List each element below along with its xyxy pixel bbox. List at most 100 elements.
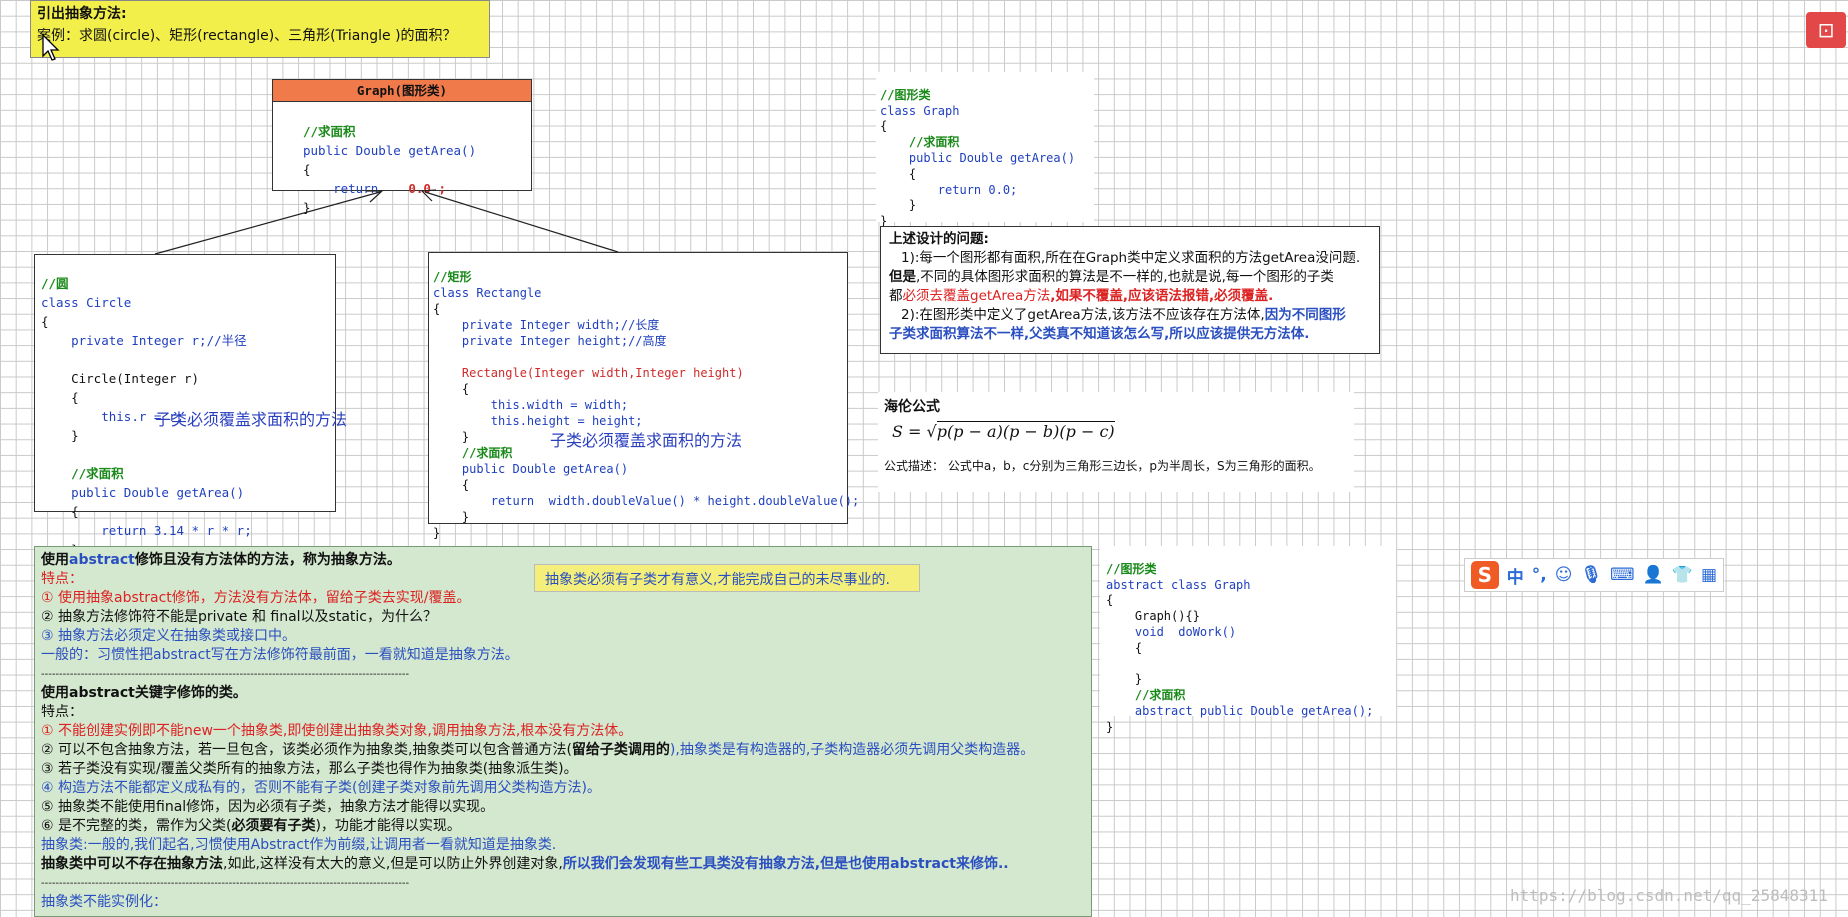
code-line: class Rectangle [433, 286, 542, 300]
watermark-url: https://blog.csdn.net/qq_25848311 [1510, 886, 1828, 905]
ime-language-toggle[interactable]: 中 [1507, 563, 1524, 588]
screen-record-icon[interactable]: ⊡ [1806, 12, 1846, 48]
brace: } [433, 526, 441, 540]
feature-item: ② 抽象方法修饰符不能是private 和 final以及static，为什么？ [41, 609, 437, 625]
brace: { [71, 504, 79, 519]
code-line: class Graph [880, 103, 960, 118]
brace: } [461, 430, 470, 444]
code-line: private Integer r;//半径 [71, 333, 247, 348]
cannot-instantiate-note: 抽象类不能实例化： [41, 894, 167, 910]
comment: //图形类 [880, 87, 931, 102]
code-line: public Double getArea() [71, 485, 245, 500]
code-line: this.height = height; [490, 414, 643, 428]
design-problem-box: 上述设计的问题: 1):每一个图形都有面积,所在在Graph类中定义求面积的方法… [880, 226, 1380, 354]
code-line: abstract public Double getArea(); [1134, 703, 1374, 718]
code-line: abstract class Graph [1106, 577, 1251, 592]
code-line: class Circle [41, 295, 132, 310]
user-icon[interactable]: 👤 [1643, 565, 1664, 585]
code-line: return 3.14 * r * r; [101, 523, 252, 538]
brace: } [1134, 672, 1143, 687]
brace: } [908, 198, 917, 213]
code-line: Rectangle(Integer width,Integer height) [461, 366, 744, 380]
brace: { [71, 390, 79, 405]
comment: //求面积 [908, 135, 960, 150]
code-line: return 0.0; [937, 182, 1018, 197]
brace: { [908, 166, 917, 181]
problem-text: 2):在图形类中定义了getArea方法,该方法不应该存在方法体, [901, 307, 1265, 323]
feature-item: ③ 抽象方法必须定义在抽象类或接口中。 [41, 628, 296, 644]
code-line: this.width = width; [490, 398, 629, 412]
divider: ----------------------------------------… [41, 878, 410, 889]
feature-item: 必须要有子类 [231, 818, 316, 834]
naming-note: 抽象类:一般的,我们起名,习惯使用Abstract作为前缀,让调用者一看就知道是… [41, 837, 557, 853]
comment: //图形类 [1106, 561, 1157, 576]
formula-lhs: S = [892, 422, 922, 441]
problem-text: 1):每一个图形都有面积,所在在Graph类中定义求面积的方法getArea没问… [901, 250, 1361, 266]
feature-item: )，功能才能得以实现。 [315, 818, 461, 834]
problem-text: ,不同的具体图形求面积的算法是不一样的,也就是说,每一个图形的子类 [916, 269, 1334, 285]
heading-text: 使用 [41, 552, 69, 568]
punctuation-icon[interactable]: °, [1532, 565, 1547, 585]
rectangle-handwritten-note: 子类必须覆盖求面积的方法 [550, 431, 743, 450]
brace: } [71, 428, 79, 443]
rectangle-class-box: //矩形 class Rectangle { private Integer w… [428, 252, 859, 540]
graph-code-panel: //图形类 class Graph { //求面积 public Double … [876, 72, 1094, 228]
heron-formula: S = √p(p − a)(p − b)(p − c) [892, 421, 1115, 441]
problem-text: 子类求面积算法不一样,父类真不知道该怎么写,所以应该提供无方法体. [889, 326, 1310, 342]
brace: { [433, 302, 441, 316]
feature-item: ③ 若子类没有实现/覆盖父类所有的抽象方法，那么子类也得作为抽象类(抽象派生类)… [41, 761, 578, 777]
problem-title: 上述设计的问题: [889, 231, 989, 247]
features-label: 特点： [41, 704, 83, 720]
sogou-logo-icon[interactable]: S [1471, 561, 1499, 589]
subclass-meaning-note: 抽象类必须有子类才有意义,才能完成自己的未尽事业的. [534, 564, 920, 592]
heron-formula-panel: 海伦公式 S = √p(p − a)(p − b)(p − c) 公式描述： 公… [878, 392, 1354, 492]
abstract-notes-box: 使用abstract修饰且没有方法体的方法，称为抽象方法。 特点： ① 使用抽象… [34, 546, 1092, 917]
problem-text: 都 [889, 288, 903, 304]
comment: //圆 [41, 276, 69, 291]
problem-text: 因为不同图形 [1264, 307, 1346, 323]
brace: { [461, 478, 470, 492]
emoji-icon[interactable]: ☺ [1555, 565, 1573, 585]
brace: { [461, 382, 470, 396]
voice-icon[interactable]: 🎙 [1580, 565, 1602, 585]
code-line: Circle(Integer r) [71, 371, 200, 386]
toolbox-icon[interactable]: ▦ [1701, 565, 1717, 585]
brace: { [880, 119, 888, 134]
code-line: void doWork() [1134, 624, 1237, 639]
comment: //求面积 [1134, 688, 1186, 703]
heading-text: 使用abstract关键字修饰的类。 [41, 685, 247, 701]
problem-text: 但是 [889, 269, 916, 285]
code-line: public Double getArea() [461, 462, 629, 476]
feature-item: ),抽象类是有构造器的,子类构造器必须先调用父类构造器。 [669, 742, 1035, 758]
comment: //求面积 [461, 446, 513, 460]
feature-item: ⑤ 抽象类不能使用final修饰，因为必须有子类，抽象方法才能得以实现。 [41, 799, 495, 815]
feature-item: ① 不能创建实例即不能new一个抽象类,即使创建出抽象类对象,调用抽象方法,根本… [41, 723, 633, 739]
skin-icon[interactable]: 👕 [1672, 565, 1693, 585]
canvas: { "top_note": { "title": "引出抽象方法:", "tex… [0, 0, 1848, 917]
heading-text: abstract [69, 552, 135, 568]
brace: { [41, 314, 49, 329]
code-line: private Integer height;//高度 [461, 334, 667, 348]
brace: } [461, 510, 470, 524]
code-line: Graph(){} [1134, 609, 1200, 624]
keyboard-icon[interactable]: ⌨ [1610, 565, 1635, 585]
summary-text: 抽象类中可以不存在抽象方法 [41, 856, 223, 872]
summary-text: 所以我们会发现有些工具类没有抽象方法,但是也使用abstract来修饰.. [562, 856, 1009, 872]
feature-item: ④ 构造方法不能都定义成私有的，否则不能有子类(创建子类对象前先调用父类构造方法… [41, 780, 601, 796]
feature-item: ② 可以不包含抽象方法，若一旦包含，该类必须作为抽象类,抽象类可以包含普通方法( [41, 742, 572, 758]
brace: { [1134, 640, 1143, 655]
ime-toolbar[interactable]: S 中 °, ☺ 🎙 ⌨ 👤 👕 ▦ [1464, 558, 1724, 592]
summary-text: ,如此,这样没有太大的意义,但是可以防止外界创建对象, [223, 856, 563, 872]
heron-title: 海伦公式 [884, 399, 940, 415]
heron-description: 公式描述： 公式中a，b，c分别为三角形三边长，p为半周长，S为三角形的面积。 [884, 459, 1321, 473]
brace: } [1106, 719, 1114, 734]
circle-class-box: //圆 class Circle { private Integer r;//半… [34, 254, 336, 576]
brace: { [1106, 593, 1114, 608]
problem-text: 必须去覆盖getArea方法 [902, 288, 1051, 304]
code-line: private Integer width;//长度 [461, 318, 660, 332]
heading-text: 修饰且没有方法体的方法，称为抽象方法。 [134, 552, 401, 568]
code-line: return width.doubleValue() * height.doub… [490, 494, 860, 508]
formula-rhs: p(p − a)(p − b)(p − c) [936, 421, 1115, 441]
comment: //求面积 [71, 466, 124, 481]
divider: ----------------------------------------… [41, 669, 410, 680]
